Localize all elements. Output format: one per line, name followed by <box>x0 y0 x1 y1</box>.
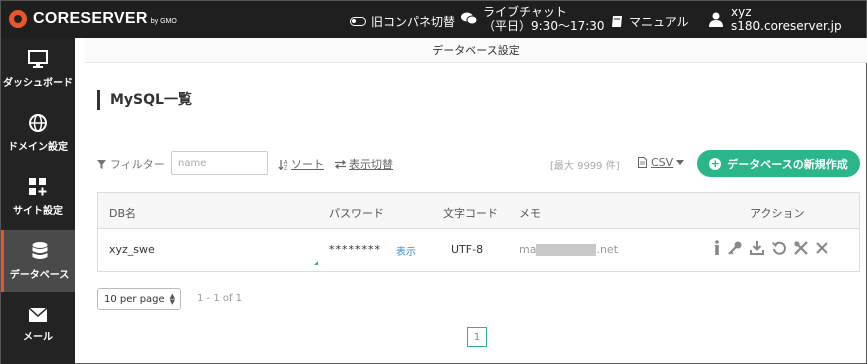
delete-icon[interactable] <box>816 242 828 254</box>
header-actions: アクション <box>750 207 805 220</box>
file-icon <box>638 157 647 168</box>
sort-link[interactable]: A Z ソート <box>278 156 324 172</box>
user-menu[interactable]: xyz s180.coreserver.jp <box>709 5 842 33</box>
sidebar-item-label: データベース <box>9 269 70 281</box>
password-cell: ******** <box>329 243 381 256</box>
sidebar-item-label: ドメイン設定 <box>8 141 68 153</box>
resize-corner-icon <box>314 261 318 265</box>
user-icon <box>709 12 723 27</box>
masked-text <box>536 244 597 256</box>
memo-cell: ma .net <box>519 243 619 256</box>
db-name-cell: xyz_swe <box>109 243 155 256</box>
old-panel-label: 旧コンパネ切替 <box>371 15 456 29</box>
download-icon[interactable] <box>750 241 764 255</box>
sidebar-item-dashboard[interactable]: ダッシュボード <box>1 38 75 100</box>
table-row: xyz_swe ******** 表示 UTF-8 ma .net <box>98 229 859 271</box>
header-memo: メモ <box>519 207 541 220</box>
key-icon[interactable] <box>728 241 742 255</box>
page-title: MySQL一覧 <box>97 90 192 110</box>
plus-icon: + <box>709 156 722 170</box>
logo-text: CORESERVER <box>33 10 148 27</box>
swap-icon <box>335 159 346 169</box>
sort-icon: A Z <box>278 159 288 170</box>
svg-text:Z: Z <box>284 165 288 170</box>
filter-label: フィルター <box>97 156 165 172</box>
chat-icon <box>461 12 477 25</box>
row-actions <box>714 240 836 256</box>
toolbar: フィルター A Z ソート 表示切替 [最大 9999 件] <box>97 150 860 177</box>
sidebar: ダッシュボード ドメイン設定 サイト設定 データベース メール <box>0 38 75 364</box>
user-server: s180.coreserver.jp <box>731 19 842 33</box>
sidebar-item-label: サイト設定 <box>13 205 63 217</box>
show-password-link[interactable]: 表示 <box>396 243 416 258</box>
old-panel-switch[interactable]: 旧コンパネ切替 <box>350 13 455 30</box>
globe-icon <box>29 113 47 132</box>
monitor-icon <box>28 49 48 68</box>
grid-plus-icon <box>29 177 47 195</box>
header-password: パスワード <box>329 207 384 220</box>
sidebar-item-database[interactable]: データベース <box>1 230 75 292</box>
manual-label: マニュアル <box>629 15 689 29</box>
sidebar-item-domain[interactable]: ドメイン設定 <box>1 102 75 164</box>
filter-icon <box>97 159 106 169</box>
database-icon <box>32 241 47 259</box>
logo-mark-icon <box>9 10 27 28</box>
live-chat-hours: （平日）9:30～17:30 <box>483 19 605 33</box>
live-chat-title: ライブチャット <box>483 5 567 19</box>
page-button-current[interactable]: 1 <box>467 327 487 347</box>
filter-input[interactable] <box>171 151 268 175</box>
top-bar: CORESERVER by GMO 旧コンパネ切替 ライブチャット （平日）9:… <box>0 0 867 38</box>
subheader: データベース設定 <box>85 38 867 63</box>
database-table: DB名 パスワード 文字コード メモ アクション xyz_swe *******… <box>97 192 860 272</box>
sidebar-item-site[interactable]: サイト設定 <box>1 166 75 228</box>
charset-cell: UTF-8 <box>451 243 484 256</box>
user-name: xyz <box>731 5 752 19</box>
logo[interactable]: CORESERVER by GMO <box>9 10 177 28</box>
select-arrows-icon: ▲ ▼ <box>169 292 175 306</box>
tools-icon[interactable] <box>794 241 808 255</box>
main-content: データベース設定 MySQL一覧 フィルター A Z ソート <box>75 38 867 364</box>
restore-icon[interactable] <box>772 241 786 255</box>
sidebar-item-label: メール <box>23 331 53 343</box>
sidebar-item-mail[interactable]: メール <box>1 294 75 356</box>
info-icon[interactable] <box>714 240 720 256</box>
toggle-icon <box>350 17 366 26</box>
mail-icon <box>29 307 47 322</box>
table-header: DB名 パスワード 文字コード メモ アクション <box>98 193 859 229</box>
display-toggle-link[interactable]: 表示切替 <box>335 156 393 172</box>
csv-link[interactable]: CSV <box>638 156 685 169</box>
header-charset: 文字コード <box>443 207 498 220</box>
pagination-range: 1 - 1 of 1 <box>197 293 243 304</box>
caret-down-icon <box>676 160 685 165</box>
sidebar-item-label: ダッシュボード <box>3 77 73 89</box>
live-chat-link[interactable]: ライブチャット （平日）9:30～17:30 <box>461 5 605 33</box>
manual-link[interactable]: マニュアル <box>611 13 689 30</box>
per-page-select[interactable]: 10 per page ▲ ▼ <box>97 288 181 310</box>
new-database-button[interactable]: + データベースの新規作成 <box>697 150 860 177</box>
max-count-text: [最大 9999 件] <box>550 161 620 172</box>
book-icon <box>612 16 622 27</box>
header-db-name: DB名 <box>109 207 137 220</box>
logo-sub-text: by GMO <box>150 18 177 25</box>
